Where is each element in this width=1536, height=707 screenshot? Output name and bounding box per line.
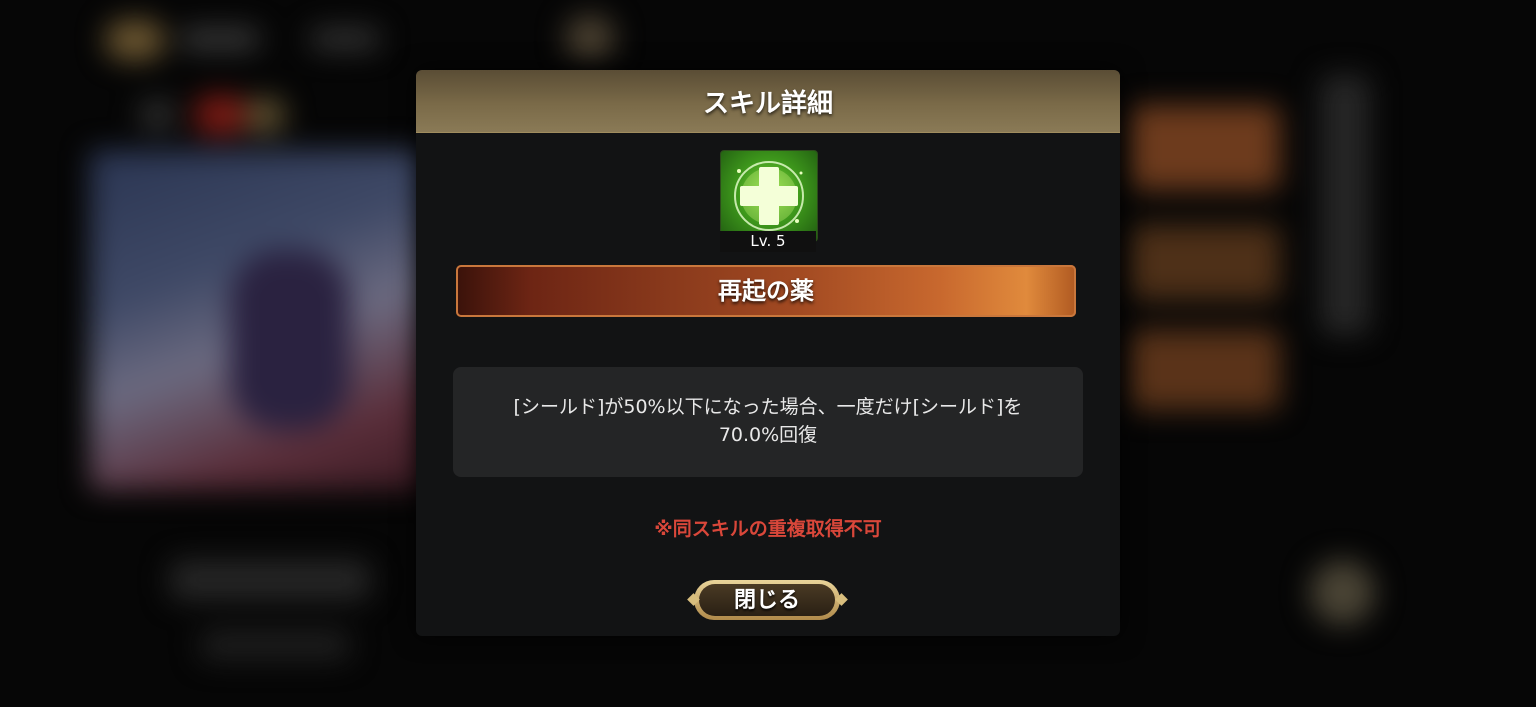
skill-name-banner: 再起の薬 <box>456 265 1076 317</box>
skill-detail-dialog: スキル詳細 Lv. 5 再起の薬 [シールド]が50%以下になった場合、一度だけ… <box>416 70 1120 636</box>
background-info-row <box>200 630 350 660</box>
background-skill-card <box>1130 105 1280 190</box>
background-currency-icon <box>105 20 165 60</box>
skill-name: 再起の薬 <box>718 277 814 305</box>
close-button-label: 閉じる <box>733 588 800 613</box>
background-skill-card <box>1130 225 1280 300</box>
background-tab-red <box>195 95 245 135</box>
background-top-icon <box>565 15 615 60</box>
background-skill-card <box>1130 330 1280 410</box>
dialog-header: スキル詳細 <box>416 70 1120 133</box>
background-action-button <box>1310 560 1375 625</box>
background-character-figure <box>230 250 350 430</box>
duplicate-restriction-note: ※同スキルの重複取得不可 <box>654 518 882 540</box>
background-side-panel <box>1320 75 1370 335</box>
skill-description-box: [シールド]が50%以下になった場合、一度だけ[シールド]を 70.0%回復 <box>453 367 1083 477</box>
background-tab-icon <box>140 100 175 130</box>
game-screen: スキル詳細 Lv. 5 再起の薬 [シールド]が50%以下になった場合、一度だけ… <box>0 0 1536 707</box>
skill-description-line: 70.0%回復 <box>718 424 818 446</box>
background-info-row <box>170 560 370 600</box>
skill-icon-container: Lv. 5 <box>720 150 818 252</box>
background-tab-gold <box>245 98 285 133</box>
dialog-title: スキル詳細 <box>702 89 833 119</box>
background-header-text <box>310 28 380 50</box>
background-header-text <box>180 28 260 50</box>
skill-description: [シールド]が50%以下になった場合、一度だけ[シールド]を 70.0%回復 <box>463 393 1073 449</box>
skill-description-line: [シールド]が50%以下になった場合、一度だけ[シールド]を <box>513 396 1023 418</box>
close-button[interactable]: 閉じる <box>686 579 850 625</box>
green-cross-icon <box>720 150 818 242</box>
skill-level-badge: Lv. 5 <box>720 231 816 252</box>
